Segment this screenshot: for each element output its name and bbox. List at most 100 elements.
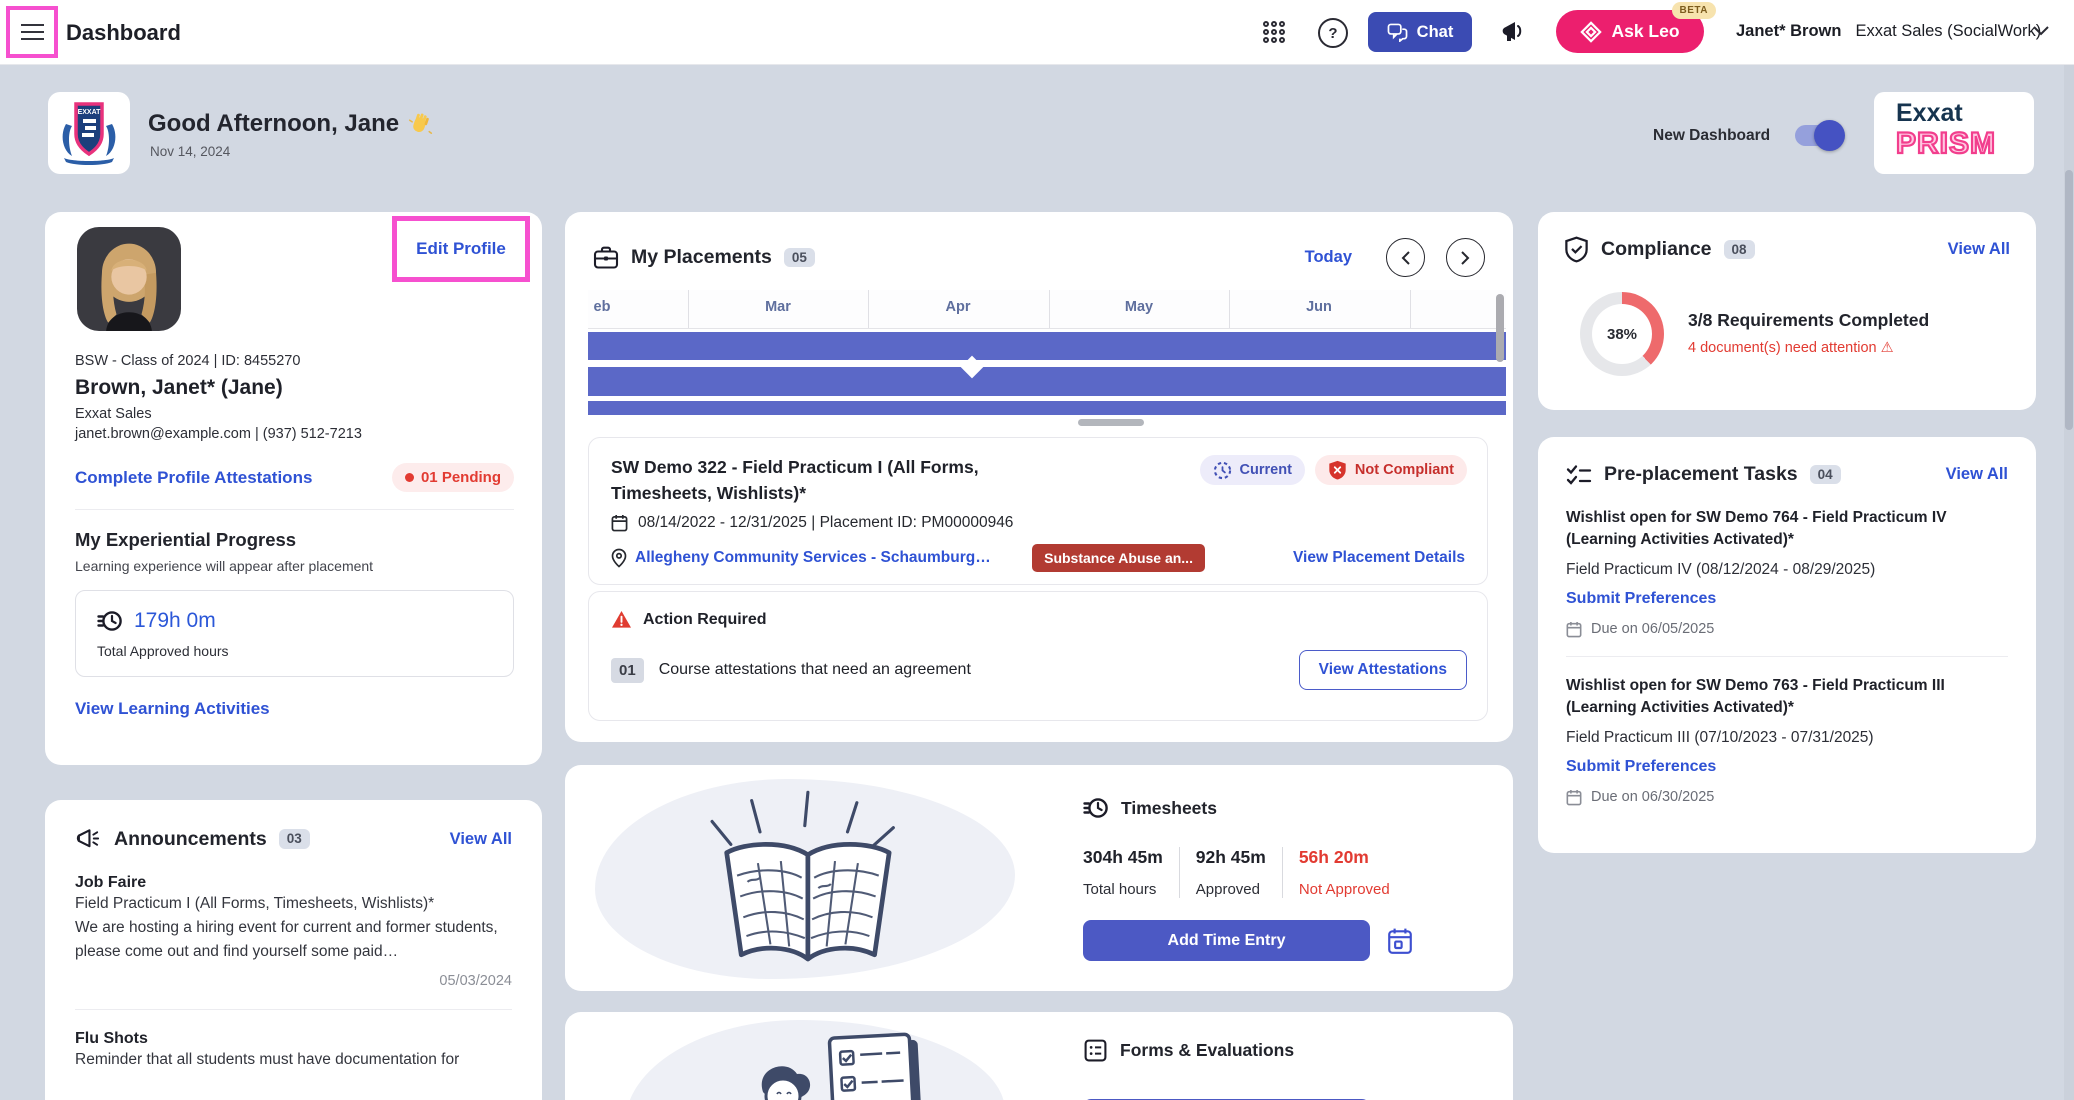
action-required-title: Action Required [643,611,767,629]
approved-hours-box: 179h 0m Total Approved hours [75,590,514,677]
placement-info-card: SW Demo 322 - Field Practicum I (All For… [588,437,1488,585]
annotation-box-edit-profile: Edit Profile [392,216,530,282]
greeting-date: Nov 14, 2024 [150,144,230,159]
submit-preferences-link[interactable]: Submit Preferences [1566,758,1716,775]
complete-attestations-link[interactable]: Complete Profile Attestations [75,468,312,488]
timeline-horizontal-scrollbar[interactable] [1078,419,1144,426]
student-org: Exxat Sales [75,406,514,422]
month-label: Mar [765,299,791,315]
month-label: May [1125,299,1153,315]
announcement-item[interactable]: Job Faire Field Practicum I (All Forms, … [75,874,512,989]
tasks-count: 04 [1810,465,1841,485]
announcement-date: 05/03/2024 [75,973,512,989]
timesheet-stat: 56h 20m Not Approved [1282,847,1406,898]
page-scrollbar-thumb[interactable] [2065,170,2073,430]
student-name: Brown, Janet* (Jane) [75,376,514,400]
greeting-title: Good Afternoon, Jane [148,110,433,138]
task-item: Wishlist open for SW Demo 763 - Field Pr… [1566,675,2008,806]
placements-count: 05 [784,248,815,268]
timeline-next-button[interactable] [1446,238,1485,277]
forms-card: Forms & Evaluations View All Forms [565,1012,1513,1100]
timesheet-clock-icon [1083,795,1109,821]
calendar-add-icon[interactable] [1387,927,1413,955]
tasks-card: Pre-placement Tasks 04 View All Wishlist… [1538,437,2036,853]
apps-grid-icon[interactable] [1262,20,1286,44]
svg-text:EXXAT: EXXAT [78,109,102,116]
checklist-icon [1566,464,1592,486]
new-dashboard-toggle[interactable] [1795,125,1843,146]
progress-title: My Experiential Progress [75,529,514,551]
compliance-title: Compliance [1601,238,1712,261]
today-link[interactable]: Today [1305,248,1352,267]
view-attestations-button[interactable]: View Attestations [1299,650,1467,690]
placement-gantt-bar[interactable] [588,332,1506,360]
page-title: Dashboard [66,20,181,46]
timeline-vertical-scrollbar[interactable] [1496,294,1504,362]
user-name: Janet* Brown [1736,22,1841,40]
view-placement-details-link[interactable]: View Placement Details [1293,549,1465,567]
forms-title: Forms & Evaluations [1120,1040,1294,1061]
month-label: Jun [1306,299,1332,315]
hamburger-menu-button[interactable] [21,24,44,41]
pending-badge: 01 Pending [392,463,514,492]
add-time-entry-button[interactable]: Add Time Entry [1083,920,1370,961]
compliance-summary: 3/8 Requirements Completed [1688,310,1929,331]
shield-check-icon [1564,236,1589,263]
placements-timeline: eb Mar Apr May Jun [588,290,1506,430]
announcement-item[interactable]: Flu Shots Reminder that all students mus… [75,1030,512,1072]
exxat-prism-logo: Exxat PRISM [1874,92,2034,174]
action-count-badge: 01 [611,658,644,683]
current-clock-icon [1213,461,1232,480]
compliance-donut: 38% [1580,292,1664,376]
announcements-view-all-link[interactable]: View All [450,830,512,849]
submit-preferences-link[interactable]: Submit Preferences [1566,590,1716,607]
chevron-down-icon[interactable] [2032,25,2050,37]
shield-x-icon [1328,460,1347,480]
calendar-icon [1566,789,1582,806]
ask-leo-button[interactable]: Ask Leo BETA [1556,10,1704,53]
user-menu[interactable]: Janet* Brown Exxat Sales (SocialWork) [1736,22,2041,41]
tasks-title: Pre-placement Tasks [1604,463,1798,486]
profile-card: Edit Profile BSW - Class of 2024 | ID: 8… [45,212,542,765]
timesheet-stat: 92h 45m Approved [1179,847,1282,898]
new-dashboard-label: New Dashboard [1653,127,1770,145]
timesheet-stat: 304h 45m Total hours [1083,847,1179,898]
placement-date-range: 08/14/2022 - 12/31/2025 | Placement ID: … [638,514,1013,532]
placement-gantt-bar[interactable] [588,401,1506,415]
timesheet-clock-icon [97,608,123,634]
placements-title: My Placements [631,246,772,269]
program-line: BSW - Class of 2024 | ID: 8455270 [75,353,514,369]
view-learning-activities-link[interactable]: View Learning Activities [75,699,270,718]
task-due-date: Due on 06/30/2025 [1591,789,1714,805]
red-dot-icon [405,473,414,482]
compliance-alert: 4 document(s) need attention ⚠ [1688,340,1894,356]
placement-location-link[interactable]: Allegheny Community Services - Schaumbur… [635,549,991,567]
forms-person-illustration [735,1028,955,1100]
task-item: Wishlist open for SW Demo 764 - Field Pr… [1566,507,2008,638]
help-icon[interactable]: ? [1318,18,1348,48]
chat-button[interactable]: Chat [1368,12,1472,52]
calendar-icon [1566,621,1582,638]
placement-gantt-bar[interactable] [588,367,1506,396]
approved-hours-label: Total Approved hours [97,643,492,659]
tasks-view-all-link[interactable]: View All [1946,465,2008,484]
timeline-prev-button[interactable] [1386,238,1425,277]
placements-card: My Placements 05 Today eb Mar Apr May [565,212,1513,742]
announcements-megaphone-icon [75,826,102,852]
megaphone-icon[interactable] [1500,18,1528,45]
compliance-card: Compliance 08 View All 38% 3/8 Requireme… [1538,212,2036,410]
compliance-view-all-link[interactable]: View All [1948,240,2010,259]
edit-profile-link[interactable]: Edit Profile [416,239,506,259]
timesheets-title: Timesheets [1121,798,1217,819]
compliance-count: 08 [1724,240,1755,260]
annotation-box-menu [6,6,58,58]
top-bar: Dashboard ? Chat [0,0,2074,65]
month-label: eb [594,299,611,315]
progress-subtitle: Learning experience will appear after pl… [75,558,514,574]
approved-hours-value: 179h 0m [134,609,216,633]
forms-icon [1083,1038,1108,1063]
user-org: Exxat Sales (SocialWork) [1855,22,2041,40]
announcements-count: 03 [279,829,310,849]
timesheets-card: Timesheets 304h 45m Total hours 92h 45m … [565,765,1513,991]
placement-title: SW Demo 322 - Field Practicum I (All For… [611,454,991,507]
